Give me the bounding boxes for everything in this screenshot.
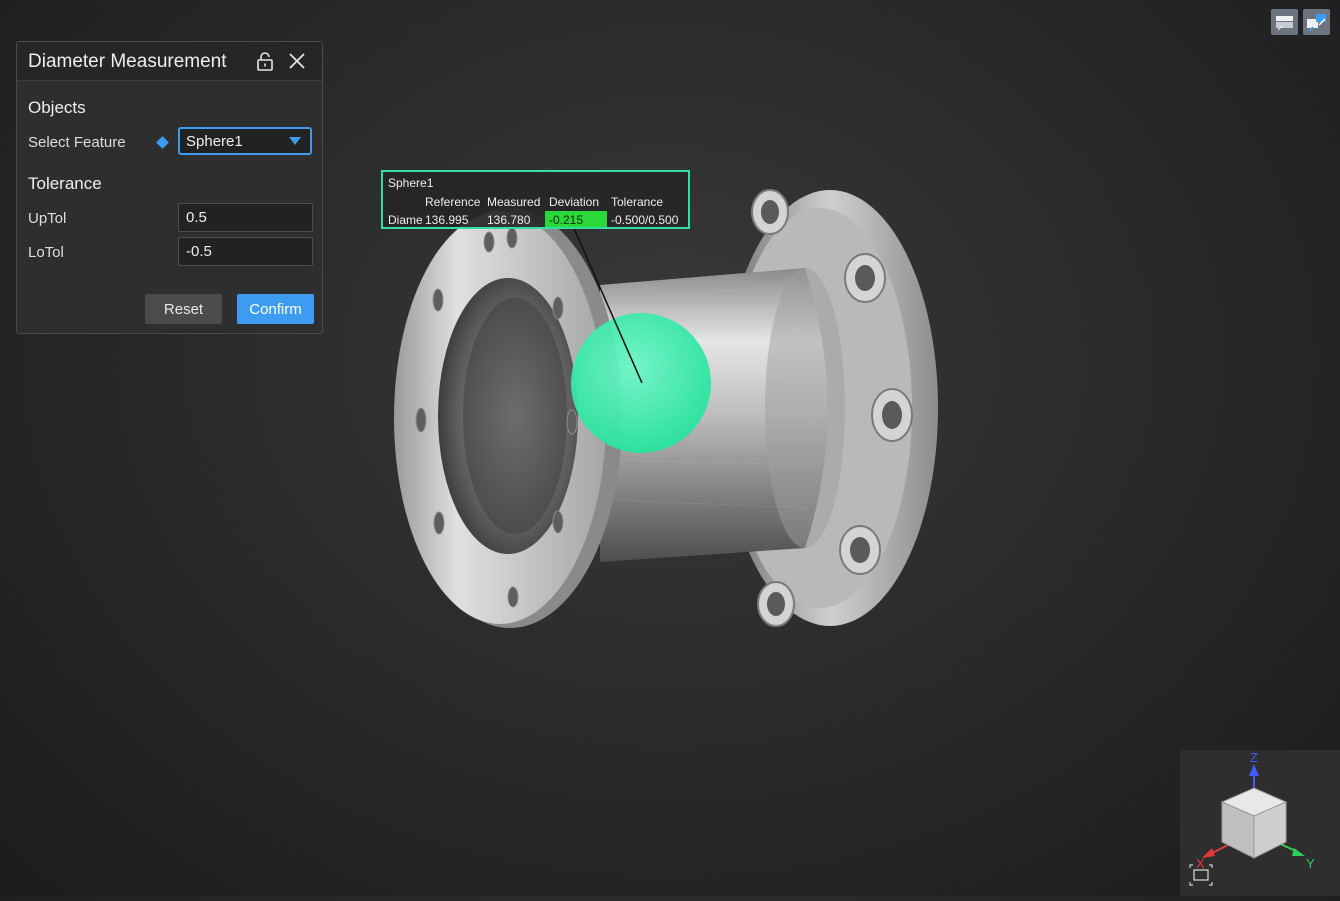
objects-section-title: Objects [28,98,86,117]
view-layout-icon [1276,16,1293,31]
sphere-highlight [571,313,711,453]
diameter-measurement-panel: Diameter Measurement Objects Select Feat… [16,41,323,334]
lotol-label: LoTol [28,244,64,261]
axis-x-label: X [1196,856,1205,871]
confirm-button[interactable]: Confirm [237,294,314,324]
unlock-icon[interactable] [255,51,275,71]
reset-button[interactable]: Reset [145,294,222,324]
view-cube[interactable]: Z X Y [1180,750,1340,896]
close-icon[interactable] [287,51,307,71]
select-feature-value: Sphere1 [186,133,243,150]
measurement-result-box[interactable]: Sphere1 Reference Measured Deviation Tol… [381,170,690,229]
uptol-input[interactable] [178,203,313,232]
view-cube-panel[interactable]: Z X Y [1180,750,1340,896]
select-feature-label: Select Feature [28,134,126,151]
value-measured: 136.780 [487,213,531,227]
feature-indicator-icon [156,136,169,149]
result-title: Sphere1 [388,176,434,190]
lotol-input[interactable] [178,237,313,266]
axis-y-label: Y [1306,856,1315,871]
panel-title: Diameter Measurement [28,51,227,72]
select-feature-dropdown[interactable]: Sphere1 [178,127,312,155]
value-deviation: -0.215 [545,211,607,227]
axis-z-label: Z [1250,750,1258,765]
row-label: Diameter [388,213,422,227]
tolerance-section-title: Tolerance [28,174,102,193]
header-deviation: Deviation [549,195,600,209]
header-measured: Measured [487,195,541,209]
header-tolerance: Tolerance [611,195,664,209]
view-layout-button[interactable] [1271,9,1298,35]
uptol-label: UpTol [28,210,67,227]
caret-down-icon [289,137,301,145]
value-reference: 136.995 [425,213,469,227]
panel-header: Diameter Measurement [17,42,322,81]
swap-view-icon [1307,14,1326,32]
value-tolerance: -0.500/0.500 [611,213,679,227]
header-reference: Reference [425,195,481,209]
swap-view-button[interactable] [1303,9,1330,35]
